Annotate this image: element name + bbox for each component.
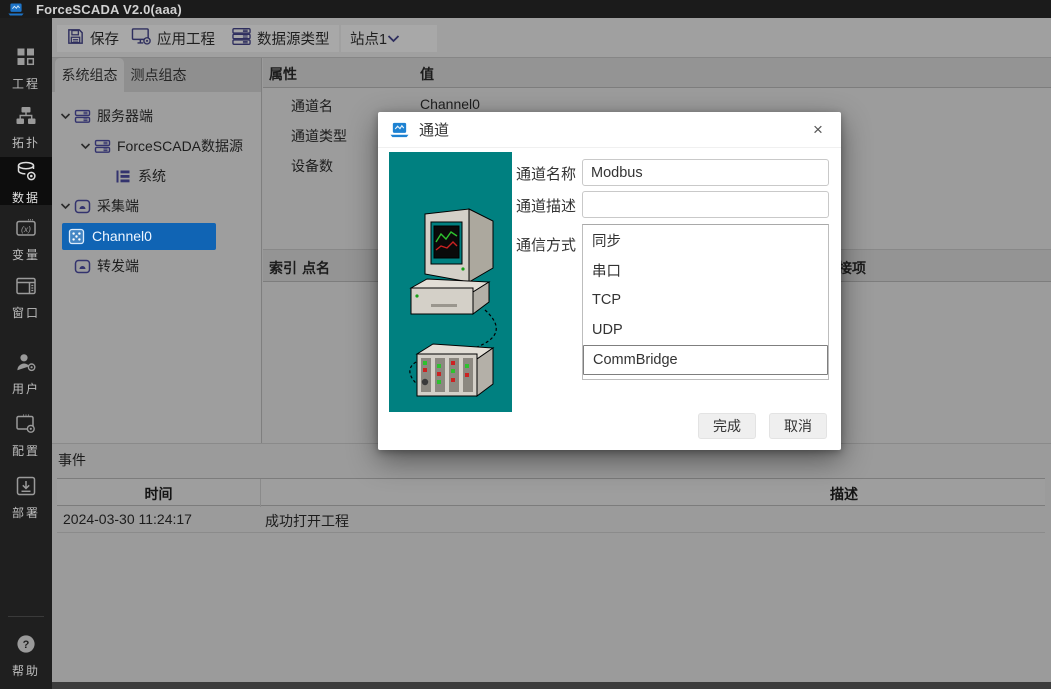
window-bottom-edge — [52, 682, 1051, 689]
sidebar-divider — [8, 616, 44, 617]
close-icon[interactable]: × — [807, 119, 829, 141]
sidebar-item-help[interactable]: ? 帮助 — [0, 630, 52, 682]
config-tabs: 系统组态 测点组态 — [52, 58, 261, 92]
chevron-down-icon[interactable] — [78, 142, 92, 150]
events-title: 事件 — [58, 450, 86, 470]
comm-option-tcp[interactable]: TCP — [583, 285, 828, 315]
sidebar-item-run[interactable] — [0, 684, 52, 689]
events-section: 事件 时间 描述 2024-03-30 11:24:17 成功打开工程 — [52, 443, 1051, 682]
database-gear-icon — [15, 160, 37, 187]
dialog-buttons: 完成 取消 — [698, 413, 827, 439]
tree-node-collector-side[interactable]: 采集端 — [52, 191, 261, 221]
deploy-icon — [15, 475, 37, 502]
tree-node-server-side[interactable]: 服务器端 — [52, 101, 261, 131]
system-tree: 服务器端 ForceSCADA数据源 系统 采集端 Channel0 — [52, 92, 261, 281]
config-gear-icon — [15, 413, 37, 440]
config-panel: 系统组态 测点组态 服务器端 ForceSCADA数据源 系统 采集端 — [52, 58, 262, 443]
forwarder-icon — [74, 258, 91, 275]
tree-node-system[interactable]: 系统 — [52, 161, 261, 191]
datasource-type-button[interactable]: 数据源类型 — [222, 25, 339, 52]
svg-text:(x): (x) — [21, 224, 31, 234]
comm-option-sync[interactable]: 同步 — [583, 225, 828, 255]
sidebar-item-config[interactable]: 配置 — [0, 410, 52, 462]
events-table: 时间 描述 2024-03-30 11:24:17 成功打开工程 — [57, 478, 1045, 678]
event-row[interactable]: 2024-03-30 11:24:17 成功打开工程 — [57, 506, 1045, 533]
col-point-name: 点名 — [302, 258, 330, 278]
collector-icon — [74, 198, 91, 215]
tree-node-channel0[interactable]: Channel0 — [52, 221, 261, 251]
sidebar-item-users[interactable]: 用户 — [0, 348, 52, 400]
channel-desc-input[interactable] — [582, 191, 829, 218]
comm-option-commbridge[interactable]: CommBridge — [583, 345, 828, 375]
titlebar: ForceSCADA V2.0(aaa) — [0, 0, 1051, 18]
server-icon — [94, 138, 111, 155]
comm-mode-list: 同步 串口 TCP UDP CommBridge — [582, 224, 829, 380]
sidebar: 工程 拓扑 数据 (x) 变量 窗口 用户 配置 部署 — [0, 18, 52, 689]
events-table-header: 时间 描述 — [57, 478, 1045, 506]
channel-name-label: 通道名称 — [516, 163, 576, 184]
channel-dialog-icon — [390, 122, 409, 138]
sidebar-item-windows[interactable]: 窗口 — [0, 272, 52, 324]
app-logo-icon — [8, 3, 24, 16]
variable-icon: (x) — [15, 217, 37, 244]
site-select-dropdown[interactable]: 站点1 — [341, 25, 437, 52]
apply-project-button[interactable]: 应用工程 — [122, 25, 224, 52]
save-icon — [66, 27, 85, 50]
comm-option-udp[interactable]: UDP — [583, 315, 828, 345]
channel-illustration — [389, 152, 512, 412]
save-button[interactable]: 保存 — [57, 25, 128, 52]
channel-icon — [68, 228, 85, 245]
tab-point-config[interactable]: 测点组态 — [124, 58, 193, 92]
sidebar-item-project[interactable]: 工程 — [0, 43, 52, 95]
window-icon — [15, 275, 37, 302]
dialog-title: 通道 — [419, 119, 449, 140]
col-index: 索引 — [269, 258, 297, 278]
svg-text:?: ? — [23, 639, 30, 651]
user-gear-icon — [15, 351, 37, 378]
channel-name-input[interactable] — [582, 159, 829, 186]
toolbar: 保存 应用工程 数据源类型 站点1 — [52, 18, 1051, 58]
selected-tree-row[interactable]: Channel0 — [62, 223, 216, 250]
sidebar-item-deploy[interactable]: 部署 — [0, 472, 52, 524]
cancel-button[interactable]: 取消 — [769, 413, 827, 439]
sidebar-item-topology[interactable]: 拓扑 — [0, 102, 52, 154]
sidebar-item-variables[interactable]: (x) 变量 — [0, 214, 52, 266]
tree-node-forcescada-datasource[interactable]: ForceSCADA数据源 — [52, 131, 261, 161]
topology-icon — [15, 105, 37, 132]
col-property: 属性 — [269, 64, 297, 84]
server-stack-icon — [231, 27, 252, 50]
grid-icon — [15, 46, 37, 73]
col-value: 值 — [420, 64, 434, 84]
server-icon — [74, 108, 91, 125]
window-title: ForceSCADA V2.0(aaa) — [36, 2, 182, 17]
chevron-down-icon[interactable] — [58, 202, 72, 210]
channel-dialog: 通道 × — [378, 112, 841, 450]
list-icon — [115, 168, 132, 185]
chevron-down-icon — [387, 31, 400, 47]
dialog-titlebar: 通道 × — [378, 112, 841, 148]
channel-desc-label: 通道描述 — [516, 195, 576, 216]
chevron-down-icon[interactable] — [58, 112, 72, 120]
app-window: ForceSCADA V2.0(aaa) 工程 拓扑 数据 (x) 变量 窗口 … — [0, 0, 1051, 689]
comm-option-serial[interactable]: 串口 — [583, 255, 828, 285]
col-time: 时间 — [57, 484, 260, 504]
sidebar-item-data[interactable]: 数据 — [0, 157, 52, 205]
comm-mode-label: 通信方式 — [516, 234, 576, 255]
help-icon: ? — [15, 633, 37, 660]
properties-header: 属性 值 — [263, 58, 1051, 88]
tree-node-forwarder-side[interactable]: 转发端 — [52, 251, 261, 281]
finish-button[interactable]: 完成 — [698, 413, 756, 439]
monitor-gear-icon — [131, 27, 152, 50]
tab-system-config[interactable]: 系统组态 — [55, 58, 124, 92]
col-description: 描述 — [830, 484, 858, 504]
column-divider — [260, 479, 261, 507]
